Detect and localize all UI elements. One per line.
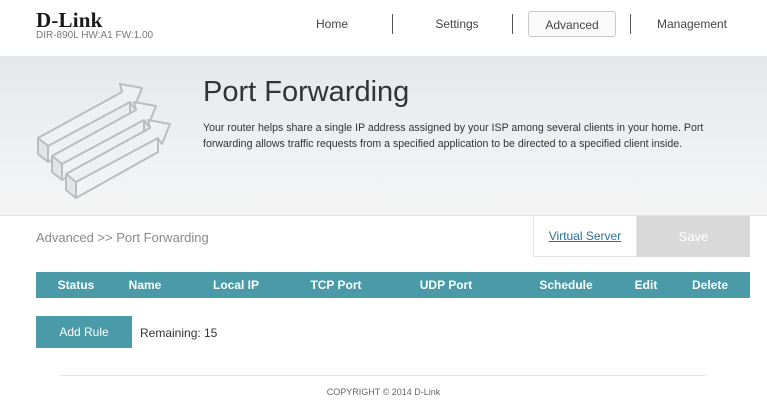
page-description: Your router helps share a single IP addr…: [203, 122, 704, 150]
save-button[interactable]: Save: [637, 216, 750, 257]
column-header-name: Name: [128, 278, 162, 292]
page-title: Port Forwarding: [203, 76, 410, 108]
column-header-delete: Delete: [691, 278, 729, 292]
add-rule-button[interactable]: Add Rule: [36, 316, 132, 348]
nav-advanced[interactable]: Advanced: [528, 11, 616, 37]
breadcrumb: Advanced >> Port Forwarding: [36, 230, 209, 245]
nav-management[interactable]: Management: [644, 11, 740, 37]
column-header-status: Status: [57, 278, 95, 292]
nav-settings[interactable]: Settings: [414, 11, 500, 37]
nav-divider: [630, 14, 631, 34]
device-info: DIR-890L HW:A1 FW:1.00: [36, 30, 154, 41]
footer-divider: [60, 375, 706, 376]
top-header: D-Link DIR-890L HW:A1 FW:1.00 Home Setti…: [0, 0, 767, 56]
nav-home[interactable]: Home: [300, 11, 364, 37]
column-header-udp-port: UDP Port: [419, 278, 473, 292]
virtual-server-link[interactable]: Virtual Server: [533, 216, 637, 257]
column-header-local-ip: Local IP: [212, 278, 259, 292]
rules-table-header: Status Name Local IP TCP Port UDP Port S…: [36, 272, 750, 298]
column-header-tcp-port: TCP Port: [310, 278, 362, 292]
remaining-count: 15: [204, 326, 218, 340]
port-forwarding-arrows-icon: [37, 83, 171, 199]
copyright-text: COPYRIGHT © 2014 D-Link: [326, 387, 441, 397]
remaining-label: Remaining:: [140, 326, 201, 340]
column-header-schedule: Schedule: [539, 278, 593, 292]
nav-divider: [512, 14, 513, 34]
column-header-edit: Edit: [634, 278, 658, 292]
nav-divider: [392, 14, 393, 34]
breadcrumb-bar: Advanced >> Port Forwarding Virtual Serv…: [0, 215, 767, 259]
hero-banner: Port Forwarding Your router helps share …: [0, 56, 767, 215]
